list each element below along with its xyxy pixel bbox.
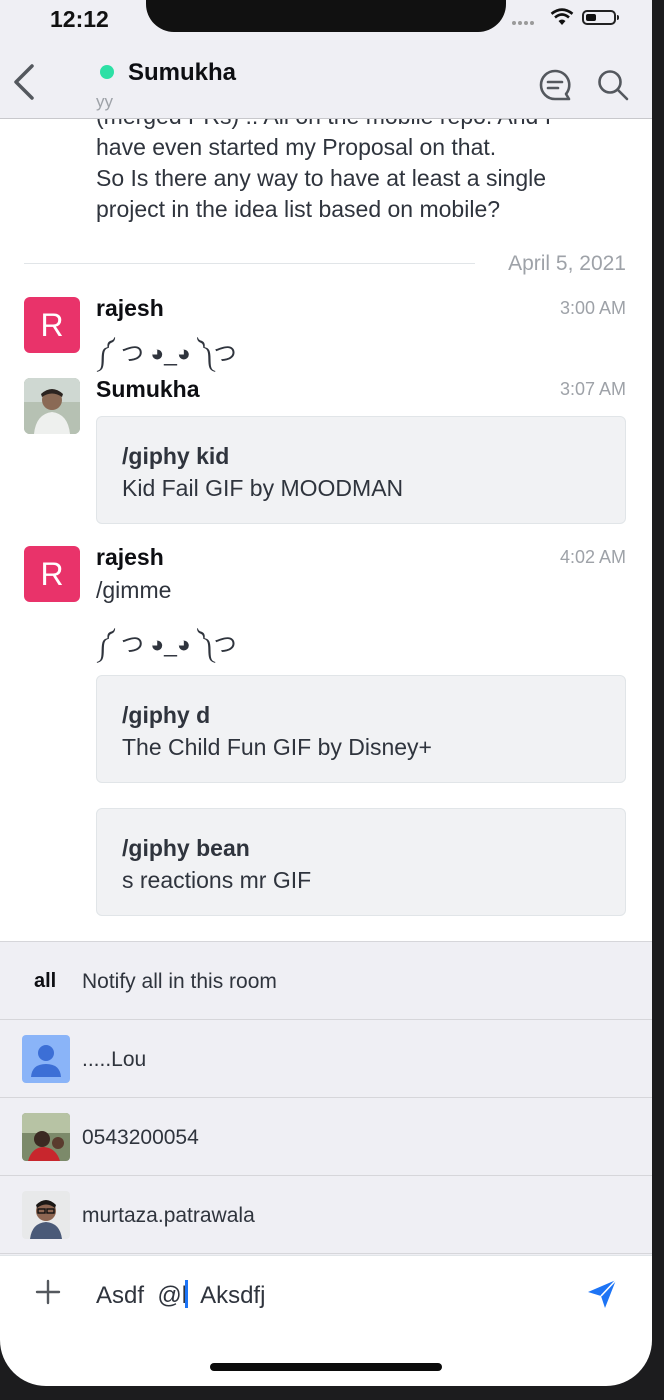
default-avatar-icon [22,1035,70,1083]
attachment-command: /giphy bean [122,835,250,861]
mention-item-all[interactable]: all Notify all in this room [0,942,652,1020]
giphy-attachment[interactable]: /giphy bean s reactions mr GIF [96,808,626,916]
online-status-dot [100,65,114,79]
message-list[interactable]: (merged PRs) .. All on the mobile repo. … [0,119,652,941]
attachment-title: Kid Fail GIF by MOODMAN [122,475,404,501]
message-line: So Is there any way to have at least a s… [96,165,547,191]
user-photo-icon [22,1113,70,1161]
avatar[interactable]: R [24,546,80,602]
signal-icon [512,12,536,30]
date-divider: April 5, 2021 [508,252,626,275]
plus-icon[interactable] [34,1278,62,1306]
status-bar: 12:12 [0,0,652,44]
message-line: have even started my Proposal on that. [96,134,497,160]
mention-username: murtaza.patrawala [82,1204,255,1227]
attachment-command: /giphy d [122,702,211,728]
send-icon[interactable] [586,1278,618,1310]
message-line: project in the idea list based on mobile… [96,196,501,222]
mention-description: Notify all in this room [82,970,277,993]
message-time: 3:07 AM [559,379,626,399]
avatar[interactable]: R [24,297,80,353]
mention-username: 0543200054 [82,1126,199,1149]
room-title[interactable]: Sumukha [128,59,236,87]
room-subtitle: yy [96,92,113,111]
message-username[interactable]: rajesh [96,544,164,571]
user-photo-icon [24,378,80,434]
battery-icon [582,10,619,25]
attachment-title: The Child Fun GIF by Disney+ [122,734,432,760]
mention-suggestions: all Notify all in this room .....Lou 054… [0,941,652,1255]
mention-username: .....Lou [82,1048,147,1071]
input-text-before-cursor: Asdf @l [96,1282,188,1309]
user-photo-icon [22,1191,70,1239]
giphy-attachment[interactable]: /giphy d The Child Fun GIF by Disney+ [96,675,626,783]
message-username[interactable]: rajesh [96,295,164,322]
message-text: /gimme [96,577,172,603]
mention-label: all [34,970,57,992]
message-input[interactable]: Asdf @l Aksdfj [96,1280,265,1310]
mention-item[interactable]: murtaza.patrawala [0,1176,652,1254]
mention-item[interactable]: .....Lou [0,1020,652,1098]
threads-icon[interactable] [538,68,572,102]
message-line: (merged PRs) .. All on the mobile repo. … [96,119,616,132]
input-text-after-cursor: Aksdfj [188,1282,266,1309]
message-username[interactable]: Sumukha [96,376,200,403]
home-indicator[interactable] [210,1363,442,1371]
search-icon[interactable] [596,68,630,102]
attachment-title: s reactions mr GIF [122,867,312,893]
message-time: 3:00 AM [559,298,626,318]
notch [146,0,506,32]
phone-screen: 12:12 Sumukha yy (merged PRs) .. All on … [0,0,652,1386]
back-chevron-icon[interactable] [10,64,40,100]
message-composer: Asdf @l Aksdfj [0,1255,652,1336]
mention-item[interactable]: 0543200054 [0,1098,652,1176]
wifi-icon [550,8,574,25]
message-time: 4:02 AM [559,547,626,567]
previous-message-text: (merged PRs) .. All on the mobile repo. … [96,119,616,225]
date-divider-line [24,263,475,264]
status-time: 12:12 [50,6,109,32]
attachment-command: /giphy kid [122,443,230,469]
avatar[interactable] [24,378,80,434]
room-header: Sumukha yy [0,44,652,119]
giphy-attachment[interactable]: /giphy kid Kid Fail GIF by MOODMAN [96,416,626,524]
